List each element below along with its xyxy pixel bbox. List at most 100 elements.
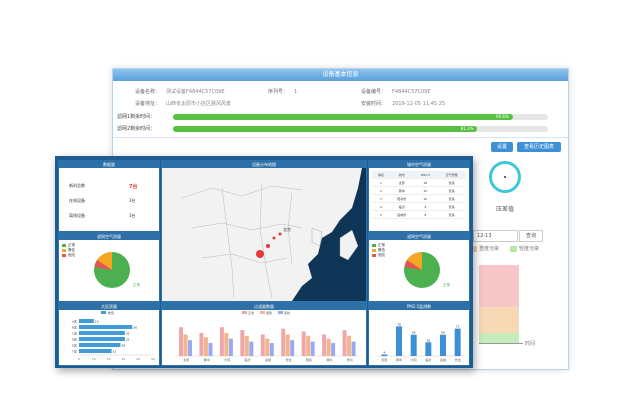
data-label: 72 (456, 325, 460, 329)
data-label: 36 (426, 338, 430, 342)
city-table: 排名 城市 PM2.5 空气质量 1 太原 18 优良 2 晋中 15 优良 3 阳泉市 10 优… (372, 171, 466, 219)
category-label: 太原 (183, 357, 189, 362)
grouped-bar-chart: 正常 报警 离线太原 晋中 大同 临汾 运城 长治 阳泉 朔州 忻州 (176, 310, 360, 362)
category-label: 朔州 (326, 357, 332, 362)
bar (244, 335, 249, 356)
bar (381, 354, 388, 356)
bar (454, 328, 461, 356)
install-time-field: 安装时间： 2019-12-05 11:45:25 (361, 101, 446, 107)
device-marker[interactable] (278, 232, 282, 236)
bar (331, 343, 336, 356)
tick-label: 10 (92, 357, 96, 361)
device-marker[interactable] (266, 244, 270, 248)
legend-swatch (510, 245, 517, 252)
stat-label-offline: 离线设备 (69, 213, 85, 218)
category-label: 忻州 (347, 357, 353, 362)
legend-heavy: 重度污染 (470, 245, 499, 252)
bar (322, 334, 327, 356)
bar (285, 334, 290, 356)
legend-label: 报警 (266, 310, 272, 315)
category-label: 长治 (455, 357, 461, 362)
bar (281, 328, 286, 356)
data-label: 31 (126, 332, 130, 336)
bar (183, 334, 188, 356)
table-header: 城市 (390, 171, 414, 179)
bar (396, 326, 402, 356)
time-axis (479, 343, 523, 344)
bar (306, 335, 311, 356)
bar (179, 327, 183, 356)
legend-swatch (372, 248, 376, 252)
legend-swatch (372, 253, 376, 257)
device-code-field: 设备编号： F4844C57C09E (361, 89, 431, 95)
bar (310, 341, 315, 356)
table-row: 1 太原 18 优良 (372, 178, 466, 187)
data-label: 28 (121, 344, 125, 348)
bar (260, 334, 265, 356)
dashboard-window: 数据量 新机总数 7台 在线设备 3台 离线设备 3台 滤网空气质量 正常 警告… (55, 156, 473, 368)
data-label: 36 (133, 326, 137, 330)
query-button[interactable]: 查询 (519, 230, 543, 242)
pie-label: 正常 (133, 283, 140, 287)
bar (79, 349, 112, 353)
category-label: 太原 (381, 357, 387, 362)
tick-label: 20 (107, 357, 111, 361)
pm-bar-panel: PM2.5监测数 4 太原 78 晋中 56 大同 36 临汾 56 运城 72 长治 (368, 302, 470, 366)
right-pie-panel: 滤网空气质量 正常 警告 危险 正常 (368, 232, 470, 302)
date-input[interactable]: 12-13 (473, 230, 518, 242)
data-label: 22 (113, 350, 117, 354)
map-canvas[interactable] (162, 168, 366, 301)
filter2-progress: 滤网2剩余时间： 81.2% (117, 125, 567, 133)
table-header: PM2.5 (413, 171, 438, 179)
data-label: 10 (95, 320, 99, 324)
pressure-gauge (489, 161, 521, 193)
table-header: 空气质量 (437, 171, 466, 179)
pie-label: 正常 (443, 283, 450, 287)
tick-label: 40 (136, 357, 140, 361)
right-pie-chart (404, 251, 440, 288)
history-chart-button[interactable]: 查看历史图表 (517, 142, 561, 152)
tick-label: 0 (78, 357, 80, 361)
device-marker[interactable] (272, 236, 276, 240)
data-label: 4 (383, 350, 385, 354)
device-stats-panel: 数据量 新机总数 7台 在线设备 3台 离线设备 3台 (58, 160, 160, 232)
stat-label-online: 在线设备 (69, 198, 85, 203)
category-label: A区 (72, 320, 77, 324)
divider (113, 137, 568, 138)
pie-legend: 正常 警告 危险 (372, 243, 385, 258)
bar (199, 332, 204, 356)
category-label: 大同 (411, 357, 417, 362)
city-table-panel: 城市 空气质量 排名 城市 PM2.5 空气质量 1 太原 18 优良 2 晋中 15 优良 … (368, 160, 470, 232)
stat-label-total: 新机总数 (69, 183, 85, 188)
bar (79, 337, 125, 341)
legend-swatch (62, 253, 66, 257)
time-axis-label: 时间 (525, 341, 536, 347)
bar (342, 330, 347, 356)
bar (301, 331, 306, 356)
device-marker[interactable] (256, 250, 264, 258)
bar (240, 330, 245, 356)
panel-title: PM2.5监测数 (369, 303, 469, 310)
data-label: 78 (397, 322, 401, 326)
category-label: 运城 (440, 357, 446, 362)
panel-title: 大区质量 (59, 303, 159, 310)
panel-title: 数据量 (59, 161, 159, 168)
category-label: 运城 (265, 357, 271, 362)
category-label: 阳泉 (306, 357, 312, 362)
legend-label: 离线 (284, 310, 290, 315)
bar (269, 343, 274, 356)
panel-title: 滤网空气质量 (369, 233, 469, 240)
table-row: 2 晋中 15 优良 (372, 186, 466, 195)
bar (219, 327, 224, 356)
legend-light: 轻度污染 (510, 245, 539, 252)
legend-swatch (242, 311, 247, 314)
tick-label: 30 (121, 357, 125, 361)
serial-field: 序列号： 1 (268, 89, 298, 95)
bar (79, 325, 133, 329)
device-name-field: 设备名称： 测试设备F4844C57C09E (135, 89, 225, 95)
data-label: 56 (441, 331, 445, 335)
grouped-bar-panel: 过滤器数量 正常 报警 离线 太原 晋中 大同 临汾 运城 长治 阳泉 朔州 忻州 (161, 302, 367, 366)
bar (79, 343, 121, 347)
settings-button[interactable]: 设置 (491, 142, 513, 152)
category-label: E区 (72, 344, 77, 348)
